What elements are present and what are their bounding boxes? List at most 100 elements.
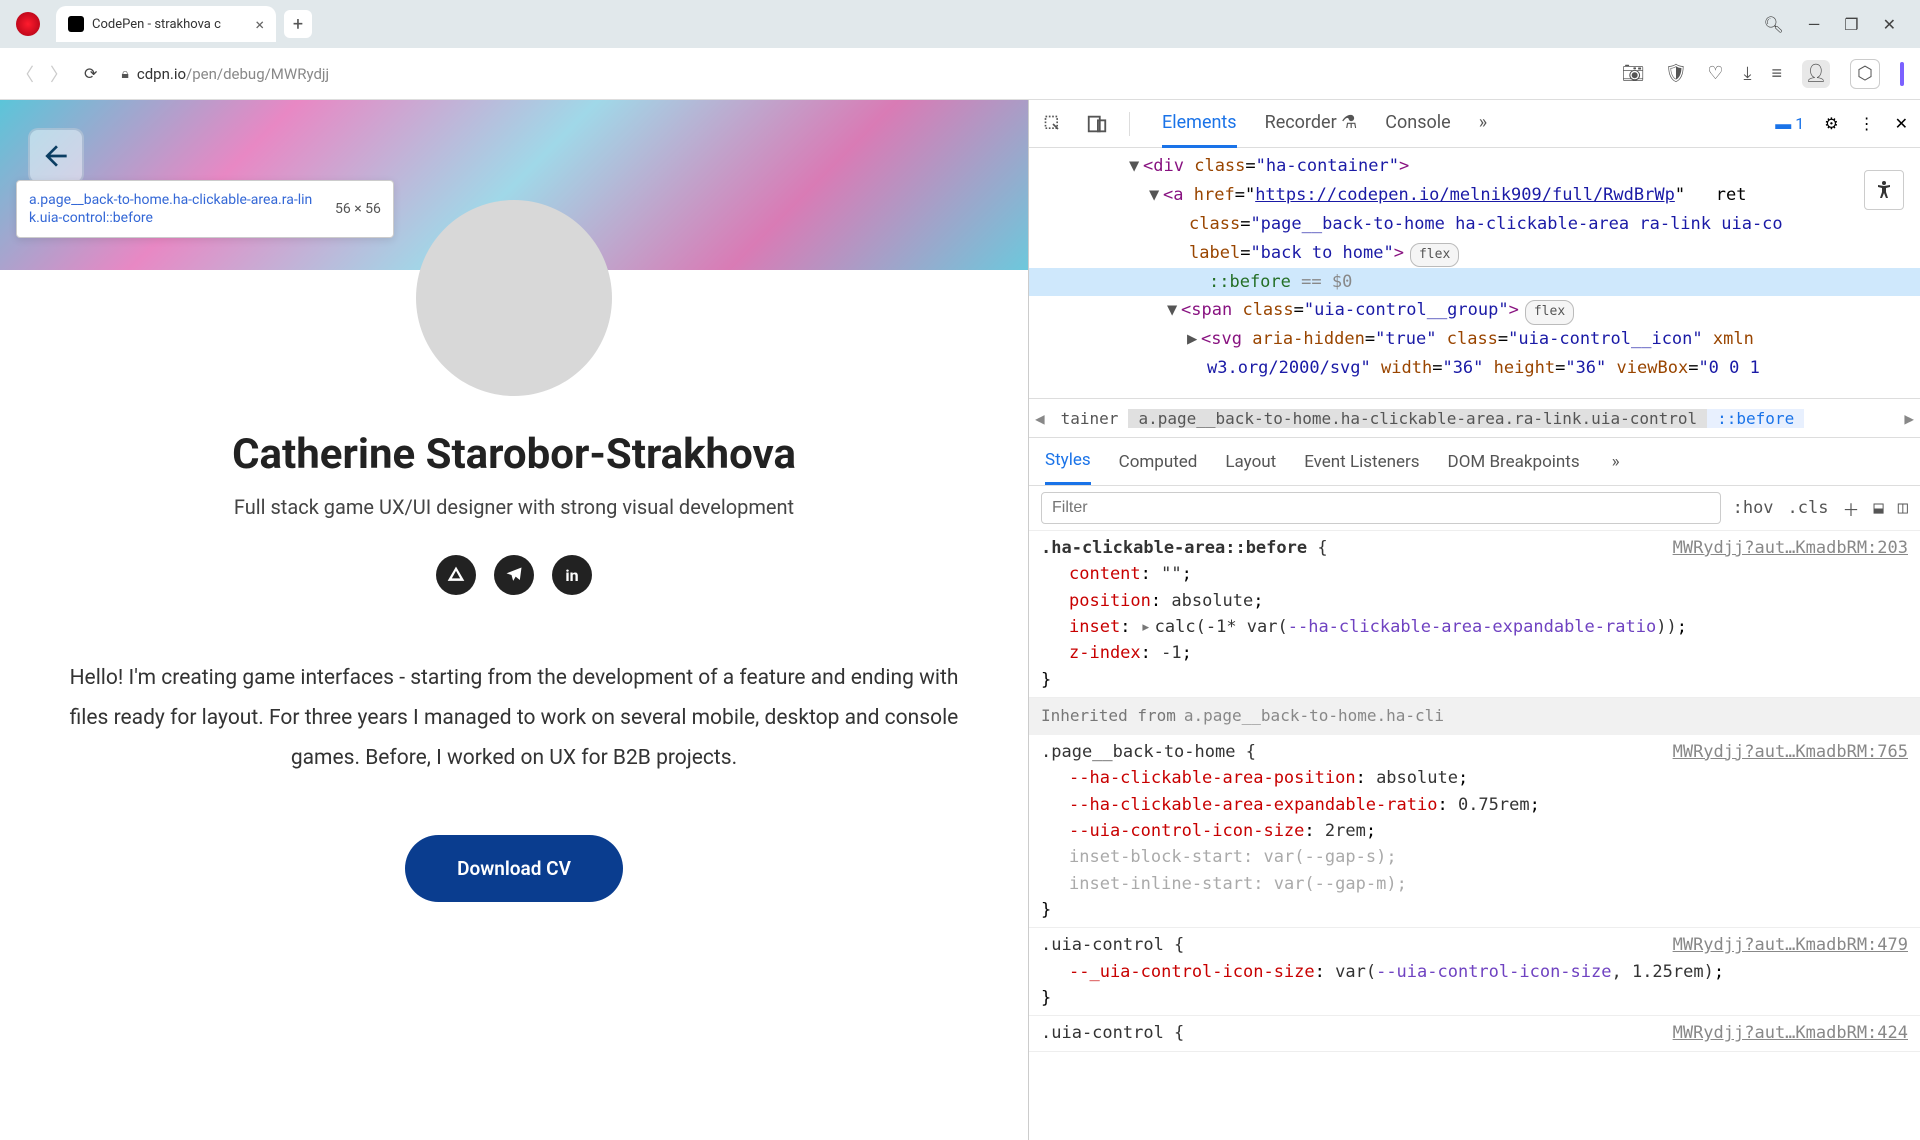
tab-strip: CodePen - strakhova c × + 🔍︎ — ❐ ✕ xyxy=(0,0,1920,48)
tab-title: CodePen - strakhova c xyxy=(92,17,247,32)
rule-source-link[interactable]: MWRydjj?aut…KmadbRM:765 xyxy=(1673,739,1908,765)
minimize-icon[interactable]: — xyxy=(1808,15,1821,34)
rule-selector[interactable]: .uia-control { xyxy=(1041,1020,1184,1046)
inspect-tooltip: a.page__back-to-home.ha-clickable-area.r… xyxy=(16,180,394,238)
close-devtools-icon[interactable]: ✕ xyxy=(1895,114,1908,133)
dom-node[interactable]: ▼<div class="ha-container"> xyxy=(1029,152,1920,181)
rule-selector[interactable]: .ha-clickable-area::before { xyxy=(1041,535,1328,561)
profile-icon[interactable]: 👤︎ xyxy=(1802,60,1830,88)
more-styles-tabs-icon[interactable]: » xyxy=(1612,440,1620,484)
css-property[interactable]: --uia-control-icon-size: 2rem; xyxy=(1041,818,1908,844)
dom-node[interactable]: ▶<svg aria-hidden="true" class="uia-cont… xyxy=(1029,325,1920,354)
bio-text: Hello! I'm creating game interfaces - st… xyxy=(44,659,984,779)
css-property[interactable]: z-index: -1; xyxy=(1041,640,1908,666)
dom-node-cont[interactable]: class="page__back-to-home ha-clickable-a… xyxy=(1029,210,1920,239)
rule-source-link[interactable]: MWRydjj?aut…KmadbRM:479 xyxy=(1673,932,1908,958)
styles-toolbar-buttons: :hov .cls ＋ ⬓ ◫ xyxy=(1733,496,1908,521)
css-property[interactable]: position: absolute; xyxy=(1041,588,1908,614)
css-rule[interactable]: .ha-clickable-area::before { MWRydjj?aut… xyxy=(1029,531,1920,698)
nav-back-icon[interactable]: 〈 xyxy=(16,61,34,87)
sidebar-indicator-icon[interactable] xyxy=(1900,62,1904,86)
css-property-overridden[interactable]: inset-block-start: var(--gap-s); xyxy=(1041,844,1908,870)
easy-setup-icon[interactable]: ≡ xyxy=(1771,63,1782,84)
lock-icon[interactable]: 🔒︎ xyxy=(121,66,128,82)
more-tabs-icon[interactable]: » xyxy=(1479,100,1487,148)
css-rule[interactable]: .uia-control { MWRydjj?aut…KmadbRM:424 xyxy=(1029,1016,1920,1051)
rule-source-link[interactable]: MWRydjj?aut…KmadbRM:424 xyxy=(1673,1020,1908,1046)
panel-layout-icon[interactable]: ◫ xyxy=(1898,498,1908,518)
dom-node-selected[interactable]: ⋯::before == $0 xyxy=(1029,268,1920,297)
tab-event-listeners[interactable]: Event Listeners xyxy=(1304,440,1419,484)
breadcrumb-right-icon[interactable]: ▶ xyxy=(1898,409,1920,428)
dom-node[interactable]: ▼<a href="https://codepen.io/melnik909/f… xyxy=(1029,181,1920,210)
telegram-icon[interactable] xyxy=(494,555,534,595)
heart-icon[interactable]: ♡ xyxy=(1707,63,1723,84)
tab-close-icon[interactable]: × xyxy=(255,15,264,34)
computed-toggle-icon[interactable]: ⬓ xyxy=(1874,498,1884,518)
dom-node-cont[interactable]: label="back to home">flex xyxy=(1029,239,1920,268)
window-controls: 🔍︎ — ❐ ✕ xyxy=(1763,15,1912,34)
tab-computed[interactable]: Computed xyxy=(1119,440,1198,484)
tab-console[interactable]: Console xyxy=(1385,100,1450,148)
breadcrumb-item[interactable]: a.page__back-to-home.ha-clickable-area.r… xyxy=(1128,409,1707,428)
styles-body[interactable]: .ha-clickable-area::before { MWRydjj?aut… xyxy=(1029,531,1920,1140)
search-icon[interactable]: 🔍︎ xyxy=(1763,15,1783,34)
download-icon[interactable]: ⤓ xyxy=(1744,63,1752,84)
css-property[interactable]: --ha-clickable-area-expandable-ratio: 0.… xyxy=(1041,792,1908,818)
styles-tabs: Styles Computed Layout Event Listeners D… xyxy=(1029,438,1920,486)
tab-layout[interactable]: Layout xyxy=(1225,440,1276,484)
address-bar[interactable]: 🔒︎ cdpn.io/pen/debug/MWRydjj xyxy=(113,65,1605,83)
issues-badge[interactable]: ▬ 1 xyxy=(1775,114,1804,134)
css-property[interactable]: content: ""; xyxy=(1041,561,1908,587)
back-to-home-button[interactable] xyxy=(28,128,84,184)
tab-dom-breakpoints[interactable]: DOM Breakpoints xyxy=(1448,440,1580,484)
close-window-icon[interactable]: ✕ xyxy=(1883,15,1896,34)
breadcrumb-item[interactable]: tainer xyxy=(1051,409,1129,428)
avatar xyxy=(416,200,612,396)
breadcrumb-left-icon[interactable]: ◀ xyxy=(1029,409,1051,428)
new-style-rule-icon[interactable]: ＋ xyxy=(1843,496,1860,521)
tab-recorder[interactable]: Recorder ⚗ xyxy=(1265,100,1358,148)
styles-filter-input[interactable] xyxy=(1041,492,1721,524)
rule-selector[interactable]: .uia-control { xyxy=(1041,932,1184,958)
dom-node-cont[interactable]: w3.org/2000/svg" width="36" height="36" … xyxy=(1029,354,1920,383)
linkedin-icon[interactable]: in xyxy=(552,555,592,595)
maximize-icon[interactable]: ❐ xyxy=(1844,15,1858,34)
reload-icon[interactable]: ⟳ xyxy=(84,64,97,83)
browser-tab[interactable]: CodePen - strakhova c × xyxy=(56,6,276,42)
css-property[interactable]: --ha-clickable-area-position: absolute; xyxy=(1041,765,1908,791)
download-cv-button[interactable]: Download CV xyxy=(405,835,623,902)
css-rule[interactable]: .page__back-to-home { MWRydjj?aut…KmadbR… xyxy=(1029,735,1920,928)
artstation-icon[interactable] xyxy=(436,555,476,595)
url-text: cdpn.io/pen/debug/MWRydjj xyxy=(137,65,329,83)
settings-gear-icon[interactable]: ⚙ xyxy=(1824,114,1838,133)
nav-forward-icon[interactable]: 〉 xyxy=(50,61,68,87)
extensions-icon[interactable]: ⬡ xyxy=(1850,59,1880,89)
dom-node[interactable]: ▼<span class="uia-control__group">flex xyxy=(1029,296,1920,325)
breadcrumb-item-selected[interactable]: ::before xyxy=(1707,409,1804,428)
profile-tagline: Full stack game UX/UI designer with stro… xyxy=(0,495,1028,519)
screenshot-icon[interactable]: 📷︎ xyxy=(1622,63,1645,84)
kebab-menu-icon[interactable]: ⋮ xyxy=(1859,114,1875,133)
css-property[interactable]: --_uia-control-icon-size: var(--uia-cont… xyxy=(1041,959,1908,985)
hov-button[interactable]: :hov xyxy=(1733,498,1774,518)
css-rule[interactable]: .uia-control { MWRydjj?aut…KmadbRM:479 -… xyxy=(1029,928,1920,1016)
css-property-overridden[interactable]: inset-inline-start: var(--gap-m); xyxy=(1041,871,1908,897)
tab-elements[interactable]: Elements xyxy=(1162,100,1237,148)
cls-button[interactable]: .cls xyxy=(1788,498,1829,518)
accessibility-icon[interactable] xyxy=(1864,170,1904,210)
dom-tree[interactable]: ▼<div class="ha-container"> ▼<a href="ht… xyxy=(1029,148,1920,398)
dom-breadcrumb: ◀ tainer a.page__back-to-home.ha-clickab… xyxy=(1029,398,1920,438)
inspect-element-icon[interactable] xyxy=(1041,112,1065,136)
tab-styles[interactable]: Styles xyxy=(1045,438,1091,485)
rule-selector[interactable]: .page__back-to-home { xyxy=(1041,739,1256,765)
device-toolbar-icon[interactable] xyxy=(1085,112,1109,136)
opera-logo-icon[interactable] xyxy=(16,12,40,36)
rule-source-link[interactable]: MWRydjj?aut…KmadbRM:203 xyxy=(1673,535,1908,561)
devtools-pane: Elements Recorder ⚗ Console » ▬ 1 ⚙ ⋮ ✕ … xyxy=(1028,100,1920,1140)
devtools-toolbar: Elements Recorder ⚗ Console » ▬ 1 ⚙ ⋮ ✕ xyxy=(1029,100,1920,148)
css-property[interactable]: inset: ▸calc(-1* var(--ha-clickable-area… xyxy=(1041,614,1908,640)
shield-icon[interactable]: 🛡︎ xyxy=(1665,63,1688,84)
new-tab-button[interactable]: + xyxy=(284,10,312,38)
tooltip-dimensions: 56 × 56 xyxy=(335,201,381,217)
